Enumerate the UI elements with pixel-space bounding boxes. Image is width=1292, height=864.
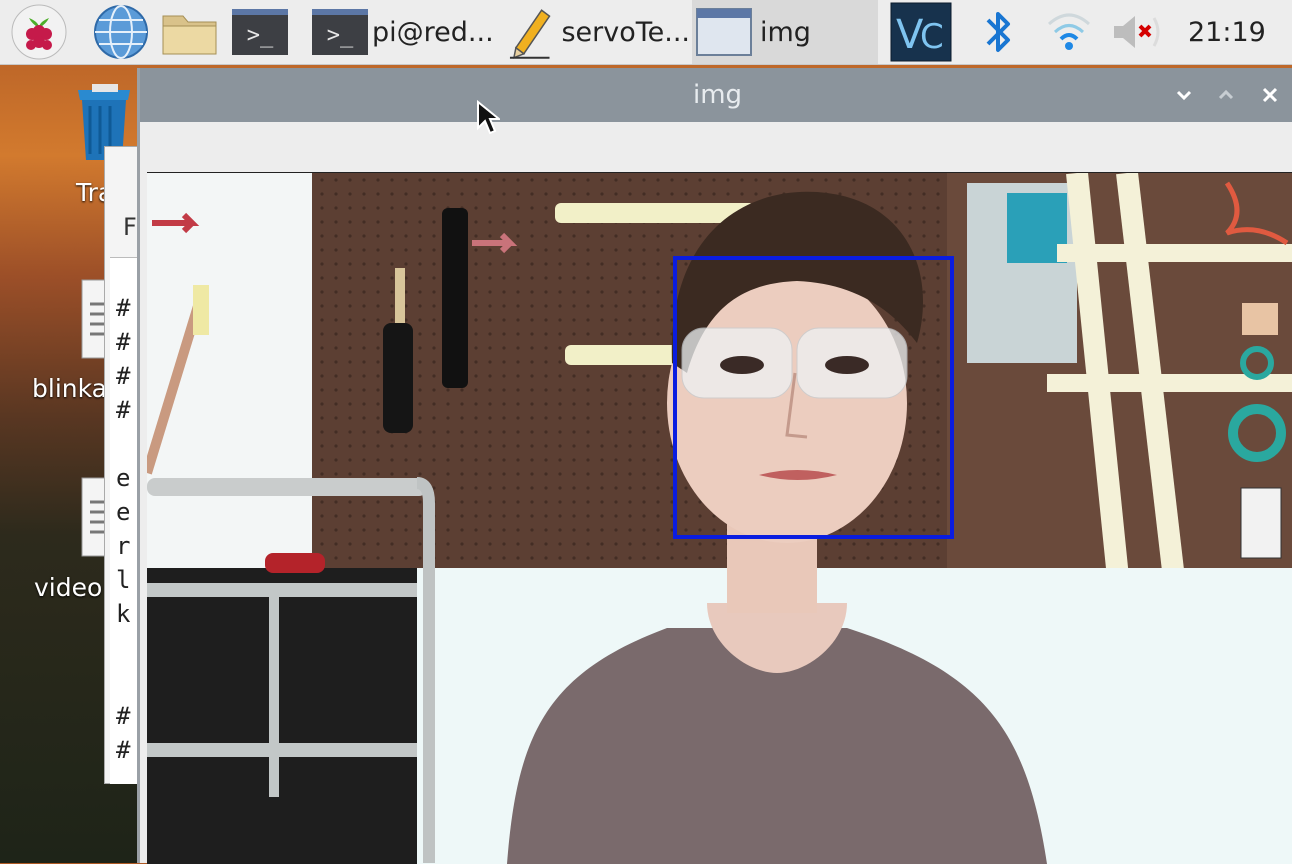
img-window[interactable]: img xyxy=(137,68,1292,864)
taskbar-window-img[interactable]: img xyxy=(692,0,878,64)
window-title: img xyxy=(692,80,743,110)
vnc-icon: V C xyxy=(890,2,952,62)
mouse-cursor-icon xyxy=(477,100,500,135)
close-button[interactable] xyxy=(1252,68,1288,122)
browser-launcher[interactable] xyxy=(92,4,150,60)
code-line: l xyxy=(116,566,131,594)
vnc-tray-button[interactable]: V C xyxy=(890,2,952,62)
folder-icon xyxy=(162,15,217,55)
minimize-button[interactable] xyxy=(1166,68,1202,122)
raspberry-menu-button[interactable] xyxy=(10,4,68,60)
svg-text:C: C xyxy=(920,17,944,57)
pencil-icon xyxy=(509,9,551,59)
terminal-launcher[interactable]: >_ xyxy=(232,9,290,65)
code-line: r xyxy=(116,532,131,560)
code-line: # xyxy=(116,294,131,322)
file-manager-launcher[interactable] xyxy=(160,4,220,60)
close-icon xyxy=(1262,87,1278,103)
code-line: # xyxy=(116,702,131,730)
taskbar: >_ >_ pi@red... servoTe... img V C 21:19 xyxy=(0,0,1292,65)
terminal-icon: >_ xyxy=(232,9,288,55)
taskbar-window-label: pi@red... xyxy=(372,16,494,48)
img-window-toolbar xyxy=(140,122,1292,170)
code-line: # xyxy=(116,396,131,424)
taskbar-window-label: servoTe... xyxy=(561,16,690,48)
bluetooth-tray-button[interactable] xyxy=(978,4,1018,60)
desktop-icon-label: video xyxy=(34,573,103,602)
globe-icon xyxy=(94,5,148,59)
taskbar-window-terminal[interactable]: >_ pi@red... xyxy=(312,0,498,64)
clock[interactable]: 21:19 xyxy=(1188,0,1266,64)
code-line: # xyxy=(116,736,131,764)
raspberry-icon xyxy=(11,4,67,60)
face-detection-box xyxy=(673,256,954,539)
volume-tray-button[interactable] xyxy=(1110,4,1162,60)
window-icon xyxy=(696,8,752,56)
desktop-icon-label: blinka xyxy=(32,374,107,403)
taskbar-window-editor[interactable]: servoTe... xyxy=(506,0,690,64)
img-window-titlebar[interactable]: img xyxy=(140,68,1292,122)
taskbar-window-label: img xyxy=(760,16,811,48)
volume-muted-icon xyxy=(1114,16,1160,48)
wifi-icon xyxy=(1047,13,1091,50)
maximize-icon xyxy=(1218,89,1234,100)
editor-menu-file[interactable]: F xyxy=(123,213,137,241)
terminal-icon: >_ xyxy=(312,9,368,55)
wifi-tray-button[interactable] xyxy=(1044,4,1094,60)
code-line: # xyxy=(116,362,131,390)
code-line: e xyxy=(116,498,131,526)
code-line: # xyxy=(116,328,131,356)
minimize-icon xyxy=(1176,90,1192,101)
code-line: e xyxy=(116,464,131,492)
camera-frame xyxy=(147,172,1292,864)
bluetooth-icon xyxy=(986,12,1010,52)
code-line: k xyxy=(116,600,131,628)
maximize-button[interactable] xyxy=(1208,68,1244,122)
